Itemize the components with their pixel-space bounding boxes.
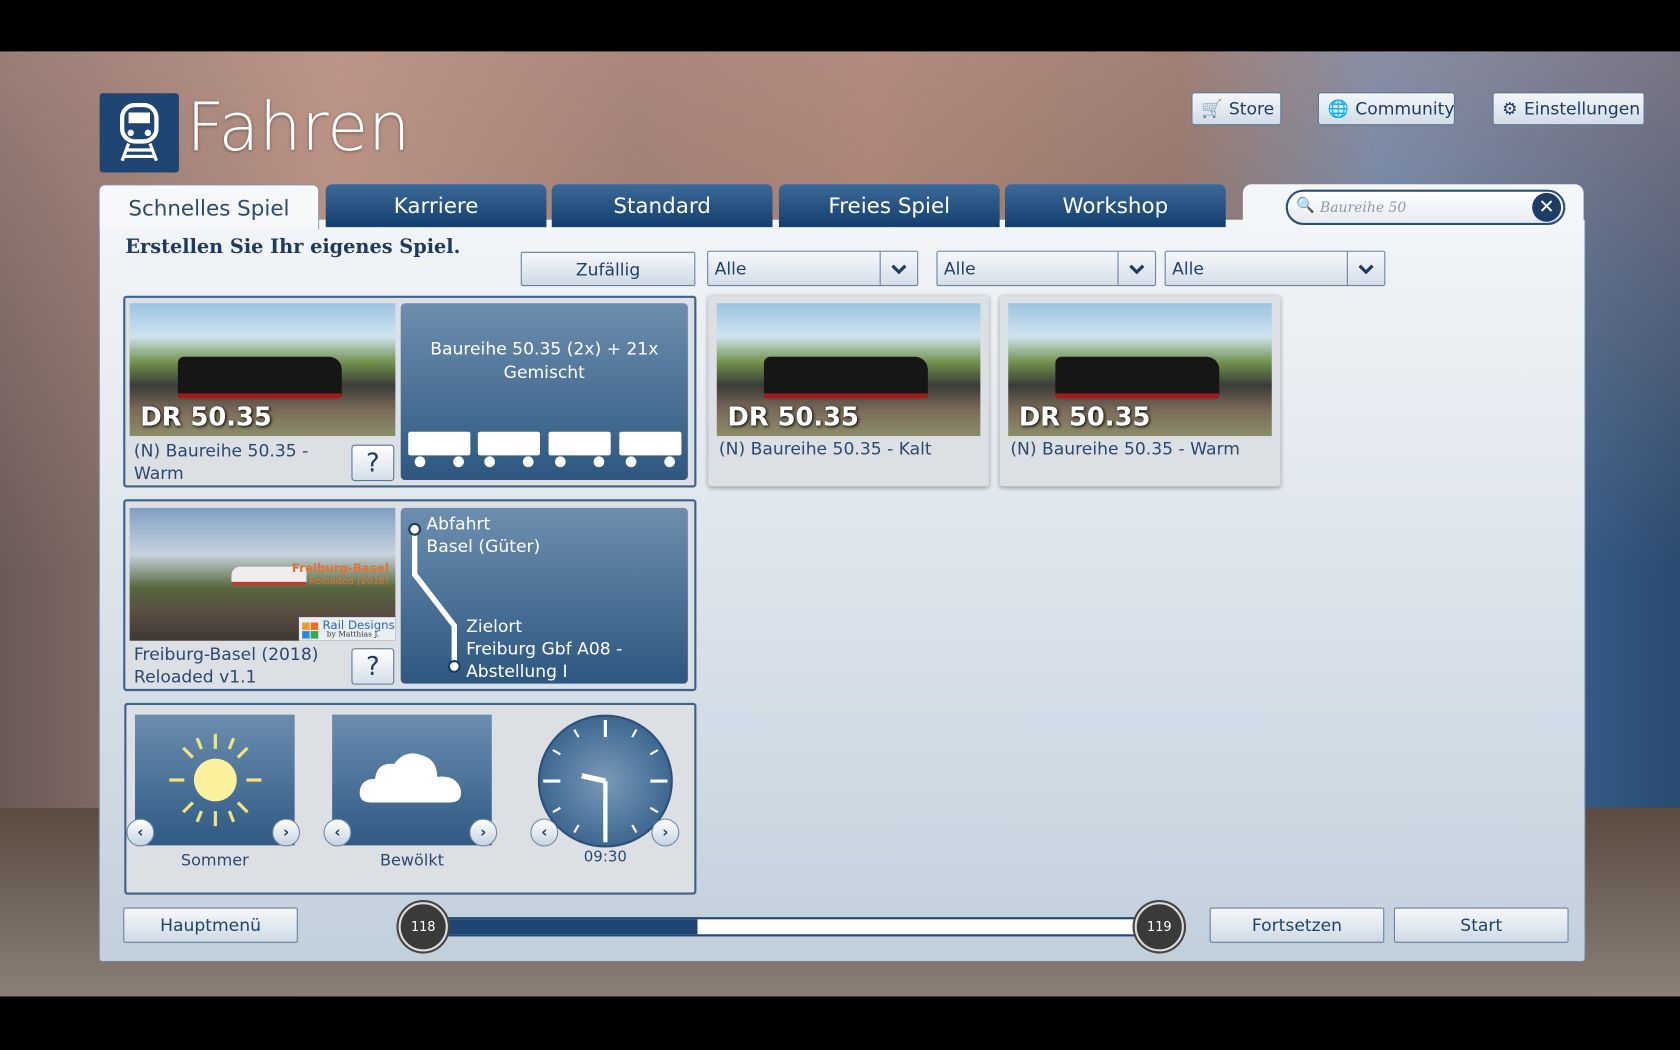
- sun-icon: [169, 733, 262, 827]
- locomotive-image: DR 50.35: [129, 303, 396, 437]
- filter-select-2[interactable]: Alle: [936, 250, 1157, 287]
- tab-free-play[interactable]: Freies Spiel: [778, 184, 1000, 228]
- season-prev-button[interactable]: ‹: [126, 818, 155, 847]
- locomotive-badge: DR 50.35: [727, 401, 859, 432]
- departure-station: Basel (Güter): [426, 535, 541, 557]
- season-next-button[interactable]: ›: [272, 818, 301, 847]
- search-input[interactable]: [1317, 196, 1532, 220]
- route-selector[interactable]: Freiburg-Basel Reloaded (2018) Rail Desi…: [123, 499, 697, 692]
- clear-search-icon[interactable]: ✕: [1532, 192, 1562, 222]
- locomotive-badge: DR 50.35: [1018, 401, 1151, 432]
- chevron-down-icon: [1117, 251, 1156, 286]
- community-button[interactable]: 🌐 Community: [1317, 92, 1456, 126]
- main-menu-button[interactable]: Hauptmenü: [123, 907, 298, 943]
- weather-tile: [332, 714, 492, 846]
- filter-value: Alle: [714, 258, 747, 279]
- tab-standard[interactable]: Standard: [551, 184, 773, 228]
- locomotive-name: (N) Baureihe 50.35 - Warm: [133, 440, 309, 484]
- route-name: Freiburg-Basel (2018) Reloaded v1.1: [133, 643, 319, 687]
- weather-next-button[interactable]: ›: [469, 818, 498, 847]
- globe-icon: 🌐: [1327, 98, 1349, 119]
- conditions-panel: ‹ › Sommer ‹ › Bewölkt ‹ › 09:30: [124, 702, 697, 895]
- tab-quick-game[interactable]: Schnelles Spiel: [98, 184, 320, 230]
- result-card[interactable]: DR 50.35 (N) Baureihe 50.35 - Kalt: [708, 295, 989, 487]
- season-label: Sommer: [180, 850, 249, 871]
- route-path-box[interactable]: Abfahrt Basel (Güter) Zielort Freiburg Gbf…: [400, 507, 688, 684]
- continue-button[interactable]: Fortsetzen: [1209, 907, 1385, 943]
- destination-label: Zielort: [466, 616, 523, 637]
- cart-icon: 🛒: [1201, 98, 1223, 119]
- locomotive-help-button[interactable]: ?: [351, 444, 395, 482]
- season-tile: [135, 714, 295, 846]
- chevron-down-icon: [879, 251, 918, 286]
- tab-workshop[interactable]: Workshop: [1005, 184, 1226, 228]
- time-prev-button[interactable]: ‹: [530, 818, 559, 847]
- brand-logo-subtext: by Matthias J.: [326, 630, 380, 639]
- store-label: Store: [1228, 98, 1275, 119]
- consist-text: Baureihe 50.35 (2x) + 21x Gemischt: [430, 338, 659, 383]
- level-progress-bar: [437, 917, 1138, 937]
- result-card[interactable]: DR 50.35 (N) Baureihe 50.35 - Warm: [999, 295, 1281, 487]
- settings-button[interactable]: ⚙ Einstellungen: [1492, 92, 1645, 126]
- locomotive-image: DR 50.35: [1008, 303, 1272, 437]
- gear-icon: ⚙: [1502, 98, 1518, 119]
- tab-career[interactable]: Karriere: [325, 184, 547, 228]
- train-icon: [99, 93, 179, 173]
- level-progress-fill: [439, 919, 697, 935]
- filter-value: Alle: [943, 258, 976, 279]
- route-image-subtitle: Reloaded (2018): [308, 576, 389, 588]
- community-label: Community: [1355, 98, 1455, 119]
- filter-select-1[interactable]: Alle: [707, 250, 919, 287]
- time-label: 09:30: [583, 848, 627, 866]
- departure-label: Abfahrt: [426, 513, 491, 534]
- consist-box[interactable]: Baureihe 50.35 (2x) + 21x Gemischt: [400, 303, 688, 481]
- route-image-title: Freiburg-Basel: [291, 561, 389, 576]
- destination-station: Freiburg Gbf A08 - Abstellung I: [466, 638, 623, 682]
- result-name: (N) Baureihe 50.35 - Warm: [1010, 438, 1240, 459]
- screen: Fahren 🛒 Store 🌐 Community ⚙ Einstellungen …: [0, 0, 1680, 1050]
- settings-label: Einstellungen: [1523, 98, 1641, 119]
- locomotive-selector[interactable]: DR 50.35 (N) Baureihe 50.35 - Warm ? Bau…: [123, 295, 697, 488]
- search-box: 🔍 ✕: [1285, 189, 1566, 226]
- wagons-icon: [408, 431, 682, 468]
- locomotive-badge: DR 50.35: [140, 401, 272, 432]
- search-icon: 🔍: [1296, 197, 1316, 215]
- next-level-badge: 119: [1134, 902, 1184, 952]
- weather-label: Bewölkt: [379, 850, 444, 871]
- chevron-down-icon: [1346, 251, 1385, 286]
- start-button[interactable]: Start: [1393, 907, 1569, 943]
- section-heading: Erstellen Sie Ihr eigenes Spiel.: [125, 235, 461, 259]
- store-button[interactable]: 🛒 Store: [1191, 92, 1282, 126]
- result-name: (N) Baureihe 50.35 - Kalt: [718, 438, 932, 459]
- route-help-button[interactable]: ?: [351, 648, 395, 685]
- filter-select-3[interactable]: Alle: [1164, 250, 1386, 287]
- weather-prev-button[interactable]: ‹: [323, 818, 352, 847]
- time-next-button[interactable]: ›: [651, 818, 680, 847]
- cloud-icon: [359, 753, 462, 803]
- route-image: Freiburg-Basel Reloaded (2018) Rail Desi…: [129, 507, 396, 641]
- page-title: Fahren: [186, 87, 411, 167]
- current-level-badge: 118: [398, 902, 448, 952]
- random-button[interactable]: Zufällig: [520, 251, 696, 287]
- filter-value: Alle: [1172, 258, 1204, 279]
- locomotive-image: DR 50.35: [716, 303, 981, 437]
